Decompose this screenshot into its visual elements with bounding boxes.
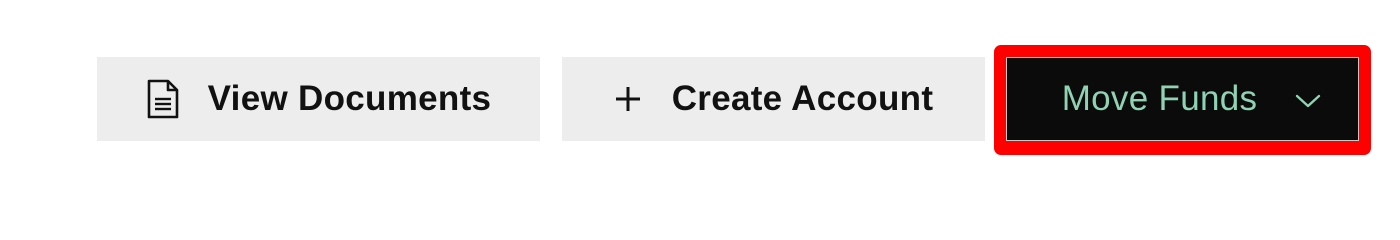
create-account-label: Create Account (671, 79, 934, 118)
create-account-button[interactable]: Create Account (562, 57, 985, 141)
view-documents-button[interactable]: View Documents (97, 57, 540, 141)
document-icon (146, 79, 180, 119)
move-funds-label: Move Funds (1061, 79, 1258, 118)
action-toolbar: View Documents Create Account Move Funds (0, 0, 1400, 210)
plus-icon (614, 85, 642, 113)
chevron-down-icon (1295, 93, 1321, 109)
view-documents-label: View Documents (207, 79, 492, 118)
move-funds-dropdown-button[interactable]: Move Funds (1006, 57, 1359, 141)
